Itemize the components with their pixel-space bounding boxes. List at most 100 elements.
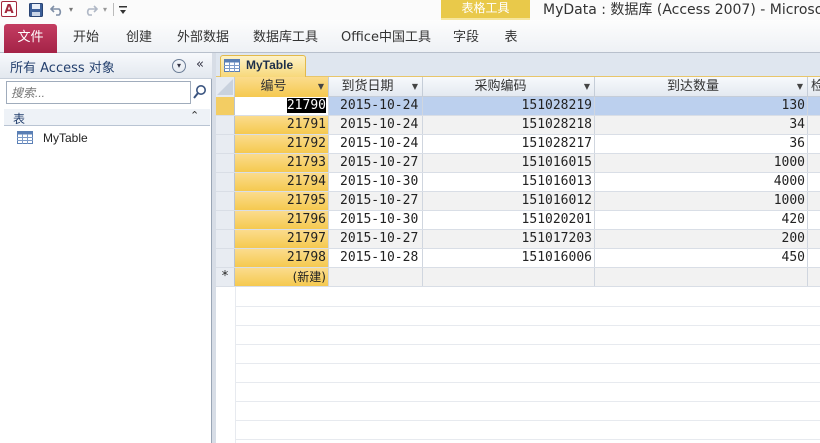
column-header-extra[interactable]: 检	[808, 77, 820, 97]
record-selector[interactable]	[216, 192, 235, 210]
nav-group-tables[interactable]: 表 ⌃	[4, 109, 210, 126]
column-header-id[interactable]: 编号 ▼	[235, 77, 329, 97]
tab-create[interactable]: 创建	[124, 24, 154, 53]
cell-code[interactable]	[423, 268, 595, 286]
cell-qty[interactable]: 1000	[595, 154, 808, 172]
sort-filter-dropdown-icon[interactable]: ▼	[797, 77, 803, 97]
record-selector[interactable]	[216, 230, 235, 248]
cell-id[interactable]: 21790	[235, 97, 329, 115]
cell-qty[interactable]: 420	[595, 211, 808, 229]
nav-pane-header[interactable]: 所有 Access 对象 ▾ «	[0, 53, 212, 79]
document-area: MyTable 编号 ▼ 到货日期 ▼ 采购编码 ▼ 到达数量 ▼ 检 2179…	[216, 53, 820, 443]
sort-filter-dropdown-icon[interactable]: ▼	[412, 77, 418, 97]
cell-date[interactable]: 2015-10-24	[329, 97, 423, 115]
collapse-pane-icon[interactable]: «	[193, 56, 207, 74]
cell-date[interactable]: 2015-10-30	[329, 211, 423, 229]
table-row[interactable]: 21797 2015-10-27 151017203 200	[216, 230, 820, 249]
collapse-group-icon[interactable]: ⌃	[190, 109, 199, 122]
tab-external-data[interactable]: 外部数据	[177, 24, 229, 53]
cell-id[interactable]: 21793	[235, 154, 329, 172]
nav-menu-dropdown-icon[interactable]: ▾	[172, 59, 186, 73]
cell-id[interactable]: 21796	[235, 211, 329, 229]
table-row[interactable]: 21795 2015-10-27 151016012 1000	[216, 192, 820, 211]
nav-search-input[interactable]	[6, 81, 191, 104]
record-selector[interactable]	[216, 116, 235, 134]
cell-date[interactable]: 2015-10-27	[329, 230, 423, 248]
search-icon[interactable]	[193, 84, 207, 100]
table-row[interactable]: 21798 2015-10-28 151016006 450	[216, 249, 820, 268]
tab-table[interactable]: 表	[503, 24, 519, 53]
cell-qty[interactable]: 450	[595, 249, 808, 267]
sort-filter-dropdown-icon[interactable]: ▼	[318, 77, 324, 97]
record-selector[interactable]	[216, 135, 235, 153]
cell-code[interactable]: 151016015	[423, 154, 595, 172]
cell-date[interactable]: 2015-10-27	[329, 154, 423, 172]
record-selector[interactable]	[216, 211, 235, 229]
record-selector[interactable]	[216, 97, 235, 115]
cell-code[interactable]: 151020201	[423, 211, 595, 229]
tab-office-china-tools[interactable]: Office中国工具	[341, 24, 431, 53]
tab-fields[interactable]: 字段	[452, 24, 480, 53]
table-row[interactable]: 21790 2015-10-24 151028219 130	[216, 97, 820, 116]
cell-date[interactable]: 2015-10-24	[329, 116, 423, 134]
new-record-row[interactable]: * (新建)	[216, 268, 820, 287]
nav-pane-title[interactable]: 所有 Access 对象	[10, 57, 115, 76]
record-selector[interactable]	[216, 173, 235, 191]
redo-dropdown-icon[interactable]: ▾	[100, 1, 110, 18]
save-icon[interactable]	[28, 1, 44, 18]
cell-qty[interactable]: 200	[595, 230, 808, 248]
document-tab-mytable[interactable]: MyTable	[220, 55, 306, 77]
record-selector[interactable]	[216, 154, 235, 172]
tab-home[interactable]: 开始	[71, 24, 101, 53]
cell-id[interactable]: 21797	[235, 230, 329, 248]
cell-date[interactable]: 2015-10-30	[329, 173, 423, 191]
table-row[interactable]: 21794 2015-10-30 151016013 4000	[216, 173, 820, 192]
cell-qty[interactable]	[595, 268, 808, 286]
column-header-code[interactable]: 采购编码 ▼	[423, 77, 595, 97]
cell-qty[interactable]: 130	[595, 97, 808, 115]
new-record-cell[interactable]: (新建)	[235, 268, 329, 286]
access-app-icon[interactable]: A	[1, 1, 17, 17]
cell-date[interactable]	[329, 268, 423, 286]
cell-code[interactable]: 151016006	[423, 249, 595, 267]
grid-line	[235, 401, 820, 402]
select-all-corner[interactable]	[216, 77, 235, 97]
undo-dropdown-icon[interactable]: ▾	[66, 1, 76, 18]
undo-icon[interactable]	[50, 1, 64, 18]
cell-code[interactable]: 151028218	[423, 116, 595, 134]
nav-group-label: 表	[13, 112, 26, 126]
cell-id[interactable]: 21798	[235, 249, 329, 267]
customize-qat-icon[interactable]	[118, 1, 128, 18]
column-header-qty[interactable]: 到达数量 ▼	[595, 77, 808, 97]
cell-date[interactable]: 2015-10-28	[329, 249, 423, 267]
datasheet: 编号 ▼ 到货日期 ▼ 采购编码 ▼ 到达数量 ▼ 检 21790 2015-1…	[216, 77, 820, 443]
column-header-date[interactable]: 到货日期 ▼	[329, 77, 423, 97]
table-row[interactable]: 21796 2015-10-30 151020201 420	[216, 211, 820, 230]
new-record-marker[interactable]: *	[216, 268, 235, 286]
cell-code[interactable]: 151017203	[423, 230, 595, 248]
table-row[interactable]: 21792 2015-10-24 151028217 36	[216, 135, 820, 154]
table-row[interactable]: 21793 2015-10-27 151016015 1000	[216, 154, 820, 173]
cell-code[interactable]: 151016012	[423, 192, 595, 210]
cell-id[interactable]: 21791	[235, 116, 329, 134]
record-selector[interactable]	[216, 249, 235, 267]
redo-icon[interactable]	[84, 1, 98, 18]
cell-id[interactable]: 21792	[235, 135, 329, 153]
cell-id[interactable]: 21795	[235, 192, 329, 210]
cell-date[interactable]: 2015-10-27	[329, 192, 423, 210]
cell-qty[interactable]: 1000	[595, 192, 808, 210]
sort-filter-dropdown-icon[interactable]: ▼	[584, 77, 590, 97]
cell-code[interactable]: 151028219	[423, 97, 595, 115]
cell-id[interactable]: 21794	[235, 173, 329, 191]
grid-line	[235, 420, 820, 421]
cell-qty[interactable]: 4000	[595, 173, 808, 191]
cell-qty[interactable]: 34	[595, 116, 808, 134]
tab-file[interactable]: 文件	[4, 24, 57, 53]
nav-item-mytable[interactable]: MyTable	[4, 128, 210, 148]
tab-database-tools[interactable]: 数据库工具	[253, 24, 318, 53]
cell-code[interactable]: 151028217	[423, 135, 595, 153]
table-row[interactable]: 21791 2015-10-24 151028218 34	[216, 116, 820, 135]
cell-date[interactable]: 2015-10-24	[329, 135, 423, 153]
cell-qty[interactable]: 36	[595, 135, 808, 153]
cell-code[interactable]: 151016013	[423, 173, 595, 191]
